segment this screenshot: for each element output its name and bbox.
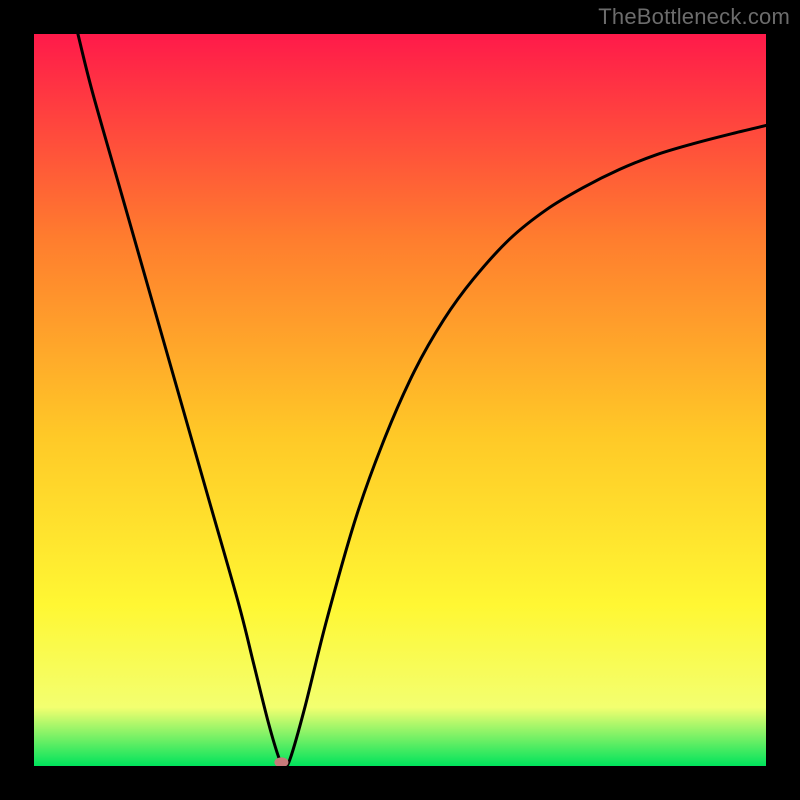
bottleneck-curve-chart	[34, 34, 766, 766]
watermark-label: TheBottleneck.com	[598, 4, 790, 30]
chart-frame: TheBottleneck.com	[0, 0, 800, 800]
plot-area	[34, 34, 766, 766]
